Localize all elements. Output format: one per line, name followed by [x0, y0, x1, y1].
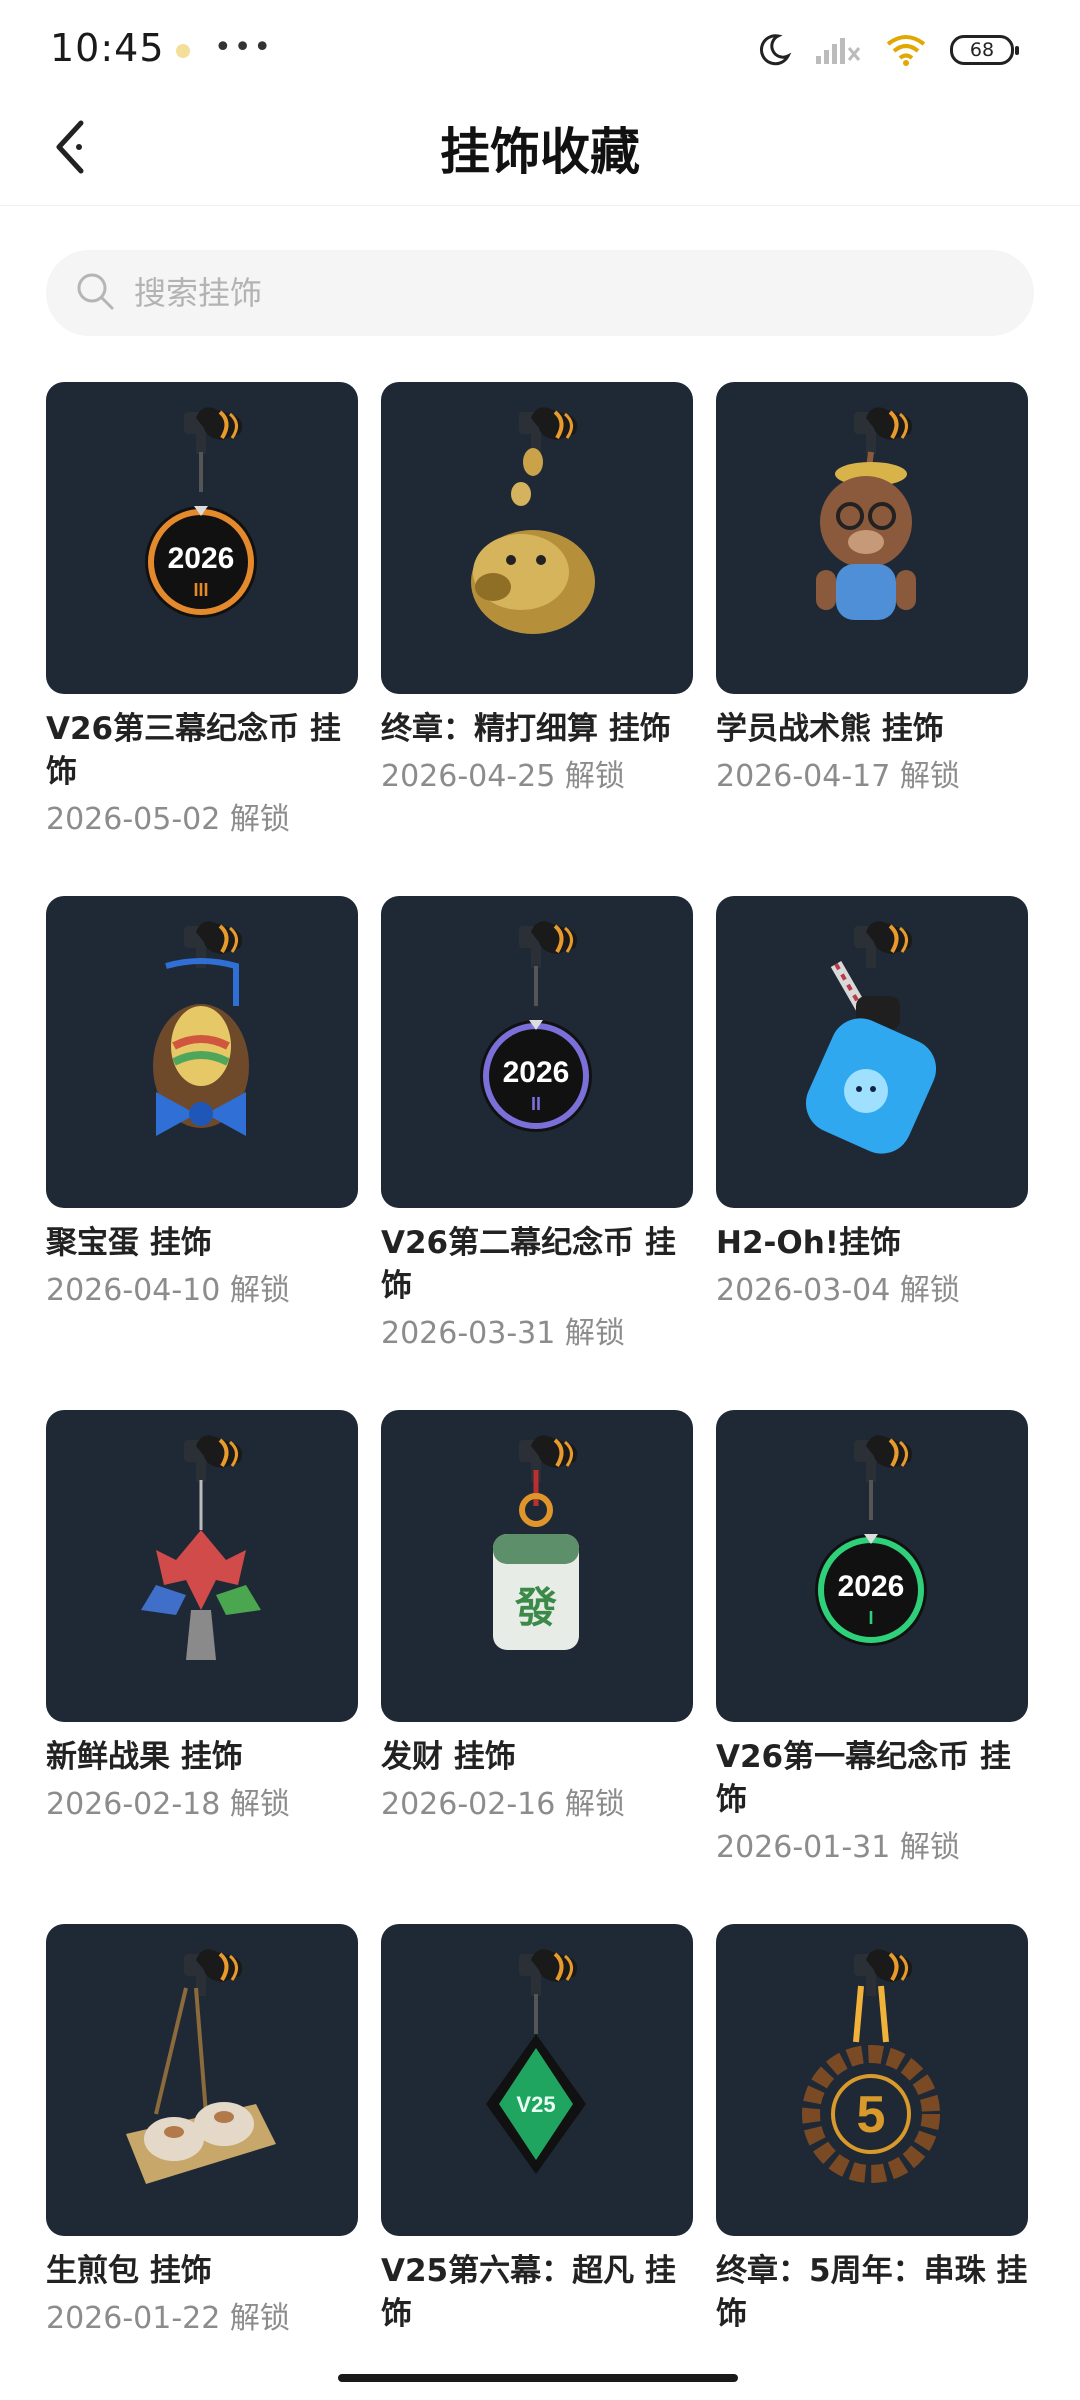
unlock-date: 2026-01-31 解锁 — [716, 1830, 960, 1865]
unlock-date: 2026-02-18 解锁 — [46, 1787, 290, 1822]
search-icon — [74, 270, 134, 316]
charm-card[interactable]: 终章：精打细算 挂饰 2026-04-25 解锁 — [381, 382, 693, 896]
charm-card[interactable]: 2026 III V26第三幕纪念币 挂饰 2026-05-02 解锁 — [46, 382, 358, 896]
charm-card[interactable]: 新鲜战果 挂饰 2026-02-18 解锁 — [46, 1410, 358, 1924]
unlock-date: 2026-03-31 解锁 — [381, 1316, 625, 1351]
charm-name: 新鲜战果 挂饰 — [46, 1739, 243, 1775]
status-time: 10:45 — [50, 26, 165, 70]
svg-text:5: 5 — [857, 2086, 886, 2144]
medallion-icon: 2026 II — [381, 896, 693, 1208]
wifi-icon — [884, 32, 928, 68]
emerald-icon: V25 — [381, 1924, 693, 2236]
charm-name: V26第一幕纪念币 挂饰 — [716, 1739, 1011, 1818]
charm-name: V25第六幕：超凡 挂饰 — [381, 2253, 676, 2332]
signal-icon — [814, 34, 862, 66]
svg-text:發: 發 — [514, 1583, 557, 1632]
charm-name: H2-Oh!挂饰 — [716, 1225, 901, 1261]
charm-card[interactable]: 生煎包 挂饰 2026-01-22 解锁 — [46, 1924, 358, 2400]
piggy-bank-icon — [381, 382, 693, 694]
more-notifications-icon: ••• — [214, 30, 274, 65]
fruit-tree-icon — [46, 1410, 358, 1722]
charm-card[interactable]: 学员战术熊 挂饰 2026-04-17 解锁 — [716, 382, 1028, 896]
charm-name: 发财 挂饰 — [381, 1739, 516, 1775]
mahjong-tile-icon: 發 — [381, 1410, 693, 1722]
unlock-date: 2026-01-22 解锁 — [46, 2301, 290, 2336]
egg-basket-icon — [46, 896, 358, 1208]
search-input[interactable] — [134, 274, 994, 312]
header: 挂饰收藏 — [0, 96, 1080, 206]
unlock-date: 2026-02-16 解锁 — [381, 1787, 625, 1822]
svg-text:II: II — [531, 1094, 541, 1114]
charm-card[interactable]: H2-Oh!挂饰 2026-03-04 解锁 — [716, 896, 1028, 1410]
unlock-date: 2026-04-10 解锁 — [46, 1273, 290, 1308]
status-bar: 10:45 ••• 68 — [0, 0, 1080, 96]
unlock-date: 2026-05-02 解锁 — [46, 802, 290, 837]
svg-text:2026: 2026 — [838, 1570, 905, 1603]
home-indicator[interactable] — [338, 2374, 738, 2382]
charm-grid: 2026 III V26第三幕纪念币 挂饰 2026-05-02 解锁 终章：精打细算 … — [46, 382, 1046, 2400]
battery-icon: 68 — [950, 35, 1019, 65]
svg-text:2026: 2026 — [503, 1056, 570, 1089]
svg-text:I: I — [868, 1608, 873, 1628]
charm-card[interactable]: 5 终章：5周年：串珠 挂饰 — [716, 1924, 1028, 2400]
svg-text:2026: 2026 — [168, 542, 235, 575]
page-title: 挂饰收藏 — [440, 123, 640, 181]
medallion-icon: 2026 III — [46, 382, 358, 694]
unlock-date: 2026-04-17 解锁 — [716, 759, 960, 794]
svg-text:V25: V25 — [516, 2092, 555, 2117]
charm-name: V26第三幕纪念币 挂饰 — [46, 711, 341, 790]
unlock-date: 2026-04-25 解锁 — [381, 759, 625, 794]
water-bottle-icon — [716, 896, 1028, 1208]
charm-name: V26第二幕纪念币 挂饰 — [381, 1225, 676, 1304]
charm-card[interactable]: 2026 I V26第一幕纪念币 挂饰 2026-01-31 解锁 — [716, 1410, 1028, 1924]
charm-name: 终章：精打细算 挂饰 — [381, 711, 671, 747]
dumplings-icon — [46, 1924, 358, 2236]
charm-card[interactable]: 發发财 挂饰 2026-02-16 解锁 — [381, 1410, 693, 1924]
bear-icon — [716, 382, 1028, 694]
charm-name: 学员战术熊 挂饰 — [716, 711, 944, 747]
status-icons: 68 — [756, 30, 1019, 70]
charm-name: 终章：5周年：串珠 挂饰 — [716, 2253, 1028, 2332]
svg-text:III: III — [193, 580, 208, 600]
moon-icon — [756, 32, 792, 68]
charm-card[interactable]: V25 V25第六幕：超凡 挂饰 — [381, 1924, 693, 2400]
notification-dot — [176, 44, 190, 58]
medallion-icon: 2026 I — [716, 1410, 1028, 1722]
charm-card[interactable]: 2026 II V26第二幕纪念币 挂饰 2026-03-31 解锁 — [381, 896, 693, 1410]
unlock-date: 2026-03-04 解锁 — [716, 1273, 960, 1308]
charm-name: 生煎包 挂饰 — [46, 2253, 212, 2289]
charm-name: 聚宝蛋 挂饰 — [46, 1225, 212, 1261]
search-bar[interactable] — [46, 250, 1034, 336]
charm-card[interactable]: 聚宝蛋 挂饰 2026-04-10 解锁 — [46, 896, 358, 1410]
bead-ring-icon: 5 — [716, 1924, 1028, 2236]
